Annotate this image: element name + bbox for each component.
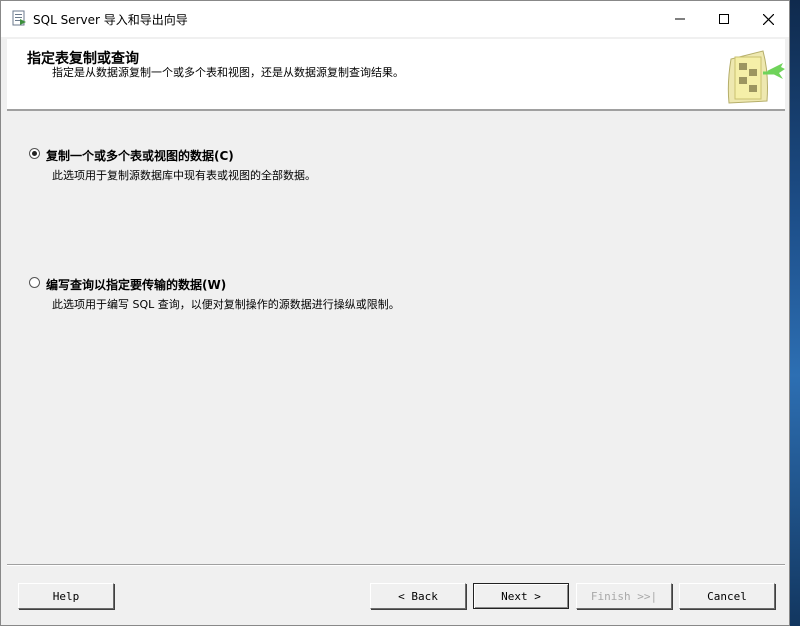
desktop-background [790,0,800,626]
copy-tables-label[interactable]: 复制一个或多个表或视图的数据(C) [46,147,234,164]
sql-server-wizard-icon [11,10,27,26]
maximize-button[interactable] [701,1,747,37]
copy-tables-description: 此选项用于复制源数据库中现有表或视图的全部数据。 [52,169,316,182]
page-subtitle: 指定是从数据源复制一个或多个表和视图，还是从数据源复制查询结果。 [52,66,404,79]
minimize-button[interactable] [657,1,703,37]
write-query-radio[interactable] [29,277,40,288]
help-button[interactable]: Help [18,583,114,609]
write-query-description: 此选项用于编写 SQL 查询，以便对复制操作的源数据进行操纵或限制。 [52,298,400,311]
cancel-button[interactable]: Cancel [679,583,775,609]
minimize-icon [675,18,685,20]
button-separator [7,564,785,566]
database-export-graphic [723,43,785,107]
close-icon [762,13,774,25]
wizard-header: 指定表复制或查询 指定是从数据源复制一个或多个表和视图，还是从数据源复制查询结果… [7,39,785,111]
maximize-icon [719,14,729,24]
close-button[interactable] [745,1,791,37]
window-title: SQL Server 导入和导出向导 [33,13,188,27]
write-query-label[interactable]: 编写查询以指定要传输的数据(W) [46,276,226,293]
wizard-window: SQL Server 导入和导出向导 指定表复制或查询 指定是从数据源复制一个或… [0,0,790,626]
back-button[interactable]: < Back [370,583,466,609]
finish-button: Finish >>| [576,583,672,609]
title-bar[interactable]: SQL Server 导入和导出向导 [1,1,789,37]
next-button[interactable]: Next > [473,583,569,609]
copy-tables-radio[interactable] [29,148,40,159]
